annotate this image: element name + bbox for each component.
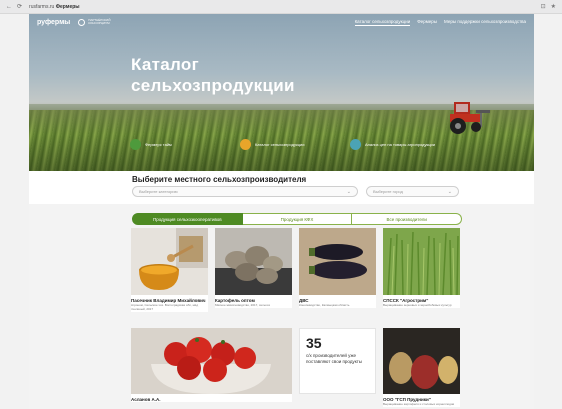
honey-image	[131, 228, 208, 295]
site-header: руфермы ПАРТНЁРСКИЙ КОНСОРЦИУМ Каталог с…	[29, 14, 534, 30]
producers-count: 35	[306, 335, 322, 351]
city-select[interactable]: Выберите город ⌄	[366, 186, 459, 197]
producers-counter: 35 с/х производителей уже поставляют сво…	[299, 328, 376, 394]
nav-item-farmers[interactable]: Фермеры	[417, 19, 437, 26]
tab-icon[interactable]: ⊡	[541, 3, 546, 10]
back-icon[interactable]: ←	[6, 4, 12, 10]
site-logo[interactable]: руфермы	[37, 19, 70, 26]
producer-tabs: Продукция сельхозкооперативов Продукция …	[132, 213, 463, 225]
apple-icon	[130, 139, 141, 150]
potato-varieties-image	[383, 328, 460, 394]
producer-card[interactable]: Картофель оптом Мясное животноводство, 2…	[215, 228, 292, 308]
tab-cooperatives[interactable]: Продукция сельхозкооперативов	[132, 213, 243, 225]
tab-all-producers[interactable]: Все производители	[352, 213, 463, 225]
page: руфермы ПАРТНЁРСКИЙ КОНСОРЦИУМ Каталог с…	[29, 14, 534, 409]
potatoes-image	[215, 228, 292, 295]
sun-icon	[240, 139, 251, 150]
wheat-field-image	[383, 228, 460, 295]
feature-item[interactable]: Каталог сельхозпродукции	[240, 139, 350, 150]
eggplants-image	[299, 228, 376, 295]
chevron-down-icon: ⌄	[346, 188, 351, 195]
partner-logo[interactable]: ПАРТНЁРСКИЙ КОНСОРЦИУМ	[78, 18, 118, 26]
reload-icon[interactable]: ⟳	[17, 3, 22, 10]
browser-toolbar: ← ⟳ rusfarms.ru Фермеры ⊡ ★	[0, 0, 562, 14]
star-icon[interactable]: ★	[551, 3, 556, 10]
partner-logo-icon	[78, 18, 86, 26]
tab-kfh[interactable]: Продукция КФХ	[242, 213, 353, 225]
main-nav: Каталог сельхозпродукции Фермеры Меры по…	[354, 19, 526, 26]
selector-title: Выберите местного сельхозпроизводителя	[132, 175, 307, 184]
chevron-down-icon: ⌄	[447, 188, 452, 195]
producer-card[interactable]: Пасечник Владимир Михайлович Агроном, Се…	[131, 228, 208, 312]
address-bar[interactable]: rusfarms.ru Фермеры	[29, 4, 80, 10]
feature-item[interactable]: Фермерс тайм	[130, 139, 240, 150]
hero-banner: руфермы ПАРТНЁРСКИЙ КОНСОРЦИУМ Каталог с…	[29, 14, 534, 171]
page-title: Каталог сельхозпродукции	[131, 55, 295, 95]
producer-card[interactable]: СПССК "Агрострим" Выращивание зерновых и…	[383, 228, 460, 308]
tractor-image	[450, 102, 490, 134]
hero-features: Фермерс тайм Каталог сельхозпродукции Ан…	[130, 139, 530, 150]
nav-item-support[interactable]: Меры поддержки сельхозпроизводства	[444, 19, 526, 26]
nav-item-catalog[interactable]: Каталог сельхозпродукции	[354, 19, 411, 26]
producer-card[interactable]: ДВС Конопеводство, Калмыцкая область	[299, 228, 376, 308]
feature-item[interactable]: Анализ цен на товары агропродукции	[350, 139, 460, 150]
producer-card[interactable]: ООО "ГСП Прудники" Выращивание картофеля…	[383, 328, 460, 407]
tomatoes-image	[131, 328, 292, 394]
map-icon	[350, 139, 361, 150]
category-select[interactable]: Выберите категорию ⌄	[132, 186, 358, 197]
producer-card[interactable]: Асланов А.А.	[131, 328, 292, 402]
